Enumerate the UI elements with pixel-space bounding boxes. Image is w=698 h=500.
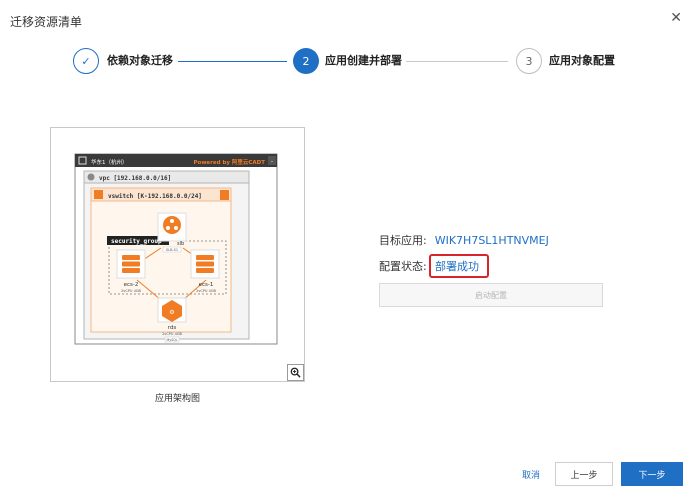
slb-icon bbox=[163, 216, 181, 234]
start-config-button[interactable]: 启动配置 bbox=[379, 283, 603, 307]
step-1-label: 依赖对象迁移 bbox=[107, 54, 173, 67]
target-app-label: 目标应用: bbox=[379, 234, 427, 247]
svg-text:⚙: ⚙ bbox=[169, 309, 174, 316]
rds-tag: MySQL bbox=[167, 338, 178, 342]
close-icon[interactable]: ✕ bbox=[670, 11, 682, 25]
security-group-label: security_group bbox=[111, 238, 162, 245]
slb-spec: SLB.S1 bbox=[166, 248, 178, 252]
zoom-in-icon[interactable] bbox=[287, 364, 304, 381]
ecs-2-spec: 2vCPU 4GB bbox=[121, 289, 141, 293]
config-status-value: 部署成功 bbox=[435, 260, 479, 273]
migration-dialog: 迁移资源清单 ✕ ✓ 依赖对象迁移 2 应用创建并部署 3 应用对象配置 华东1… bbox=[0, 0, 698, 500]
step-2-marker: 2 bbox=[293, 48, 319, 74]
vswitch-collapse-icon[interactable] bbox=[220, 190, 229, 200]
vswitch-icon bbox=[94, 190, 103, 199]
step-line-1 bbox=[178, 61, 287, 62]
prev-step-button[interactable]: 上一步 bbox=[555, 462, 613, 486]
rds-label: rds bbox=[168, 325, 177, 331]
step-3-marker: 3 bbox=[516, 48, 542, 74]
architecture-diagram: 华东1（杭州） Powered by 阿里云CADT - vpc [192.16… bbox=[50, 127, 305, 382]
config-status-label: 配置状态: bbox=[379, 260, 427, 273]
step-line-2 bbox=[406, 61, 508, 62]
svg-text:-: - bbox=[271, 158, 273, 165]
target-app-value[interactable]: WIK7H7SL1HTNVMEJ bbox=[435, 234, 549, 247]
ecs-1-spec: 2vCPU 4GB bbox=[196, 289, 216, 293]
diagram-caption: 应用架构图 bbox=[154, 394, 200, 404]
ecs-1-label: ecs-1 bbox=[199, 282, 214, 288]
step-1-done-icon: ✓ bbox=[73, 48, 99, 74]
slb-label: slb bbox=[177, 241, 184, 247]
target-app-row: 目标应用: WIK7H7SL1HTNVMEJ bbox=[379, 232, 549, 248]
vswitch-label: vswitch [K-192.168.0.0/24] bbox=[108, 193, 202, 200]
powered-by: Powered by 阿里云CADT bbox=[194, 158, 266, 166]
cancel-button[interactable]: 取消 bbox=[512, 463, 550, 485]
step-2-label: 应用创建并部署 bbox=[325, 54, 402, 67]
dialog-title: 迁移资源清单 bbox=[10, 15, 83, 29]
rds-spec: 2vCPU 4GB bbox=[162, 332, 182, 336]
region-label: 华东1（杭州） bbox=[91, 158, 128, 166]
step-3-label: 应用对象配置 bbox=[549, 54, 615, 67]
vpc-label: vpc [192.168.0.0/16] bbox=[99, 175, 171, 182]
architecture-diagram-svg: 华东1（杭州） Powered by 阿里云CADT - vpc [192.16… bbox=[74, 153, 278, 345]
zoom-in-glyph bbox=[290, 367, 301, 378]
next-step-button[interactable]: 下一步 bbox=[621, 462, 683, 486]
ecs-2-label: ecs-2 bbox=[124, 282, 139, 288]
vpc-icon bbox=[87, 173, 95, 181]
